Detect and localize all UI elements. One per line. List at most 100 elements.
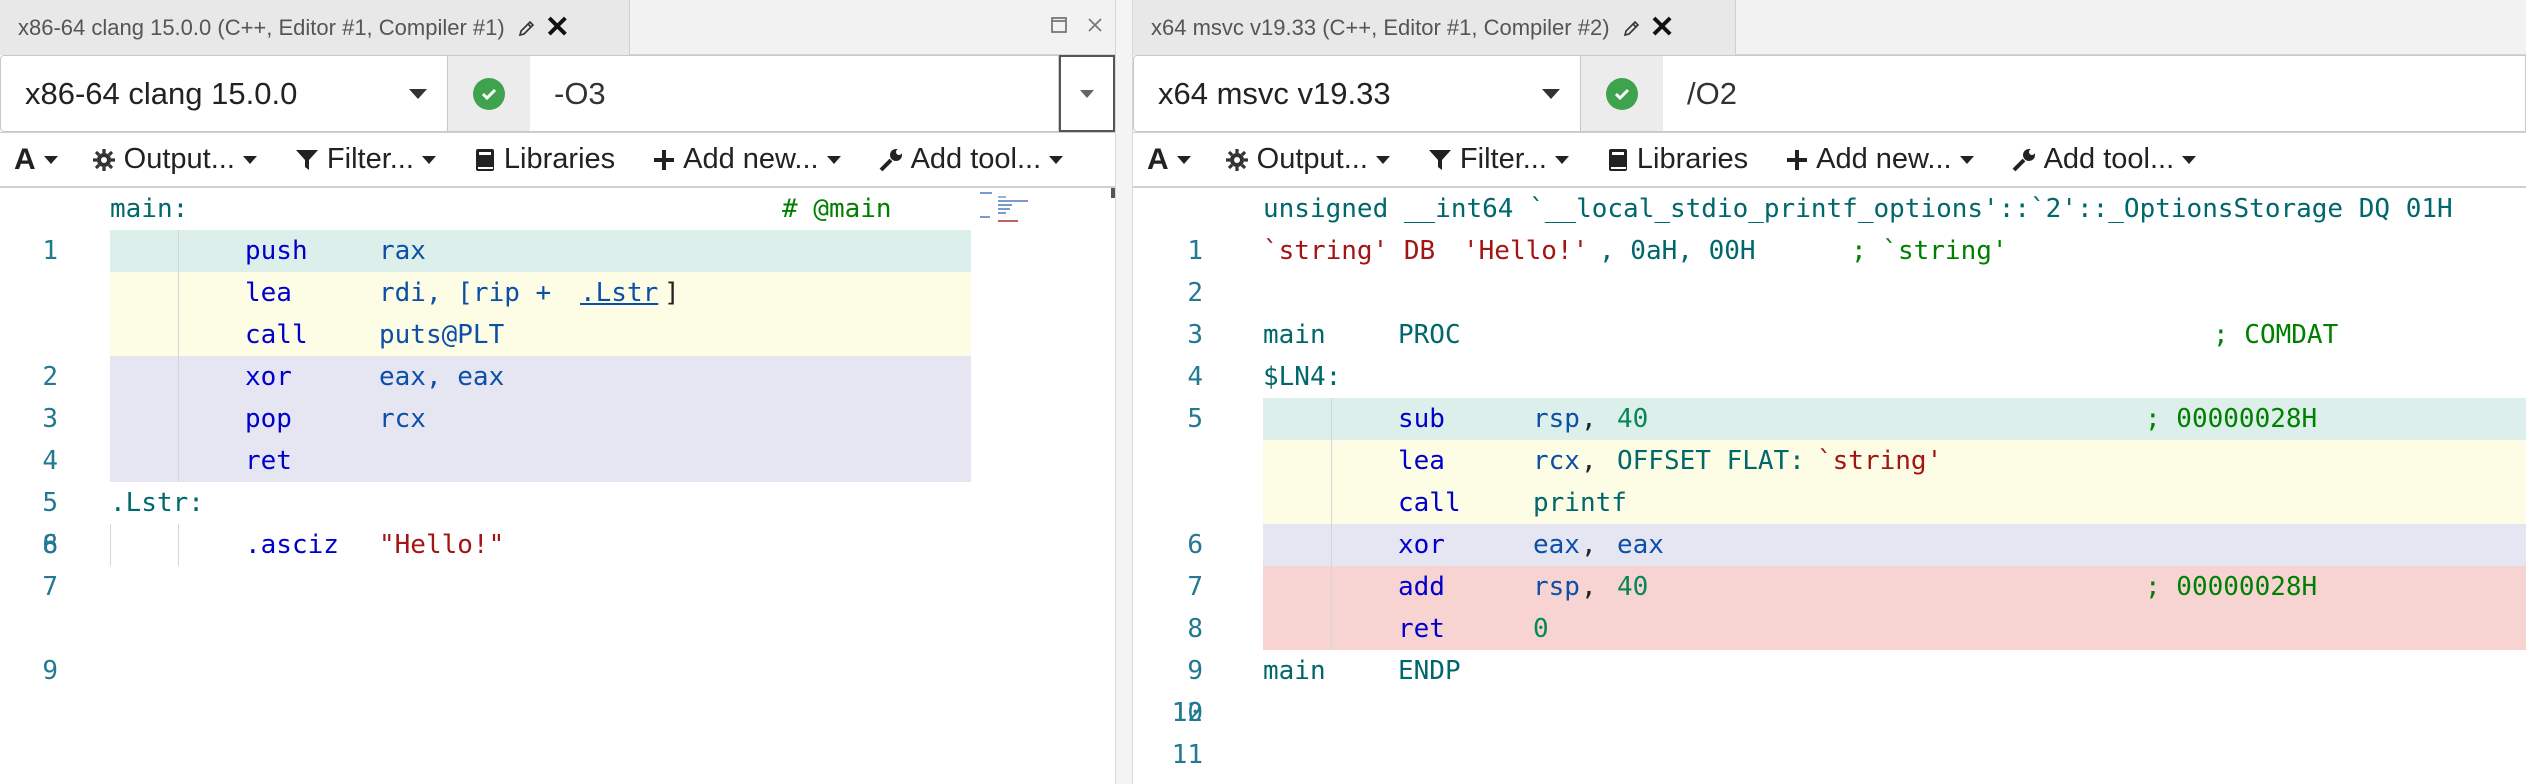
code-line: 6 sub rsp , 40 ; 00000028H xyxy=(1133,398,2526,560)
asm-comma: , xyxy=(1581,530,1597,560)
compiler-picker[interactable]: x86-64 clang 15.0.0 xyxy=(0,55,448,132)
asm-operands: rdi, [rip + xyxy=(379,278,567,308)
filter-button[interactable]: Filter... xyxy=(1428,143,1569,176)
asm-operand: OFFSET FLAT: xyxy=(1617,446,1805,476)
output-label: Output... xyxy=(123,143,235,175)
flags-dropdown-button[interactable] xyxy=(1059,55,1115,132)
add-new-label: Add new... xyxy=(1816,143,1952,175)
right-tab-bar: x64 msvc v19.33 (C++, Editor #1, Compile… xyxy=(1133,0,2526,55)
add-tool-label: Add tool... xyxy=(2043,143,2175,175)
compile-status[interactable] xyxy=(448,55,530,132)
indent-guide xyxy=(1331,566,1332,608)
asm-label: main xyxy=(1263,320,1326,350)
output-button[interactable]: Output... xyxy=(92,143,257,176)
chevron-down-icon xyxy=(421,155,436,164)
code-line: 3 lea rdi, [rip + .Lstr ] xyxy=(0,272,1110,434)
left-output-toolbar: A Output... Filter... Libraries Add new.… xyxy=(0,133,1115,188)
asm-instruction: sub xyxy=(1398,404,1445,434)
asm-operands: puts@PLT xyxy=(379,320,505,350)
scrollbar[interactable] xyxy=(1111,188,1115,198)
asm-register: rsp xyxy=(1533,572,1580,602)
add-new-button[interactable]: Add new... xyxy=(653,143,841,176)
source-highlight xyxy=(110,356,971,398)
asm-operands: rax xyxy=(379,236,426,266)
indent-guide xyxy=(1331,482,1332,524)
code-line: 1 unsigned __int64 `__local_stdio_printf… xyxy=(1133,188,2526,266)
asm-comment: ; COMDAT xyxy=(2213,320,2339,350)
asm-label: $LN4: xyxy=(1263,362,1342,392)
code-line: 9 .asciz "Hello!" xyxy=(0,524,1110,686)
compiler-picker[interactable]: x64 msvc v19.33 xyxy=(1133,55,1581,132)
indent-guide xyxy=(1331,398,1332,440)
line-number: 12 xyxy=(1171,698,1203,728)
asm-instruction: xor xyxy=(245,362,292,392)
close-pane-icon[interactable] xyxy=(1080,10,1110,40)
pane-splitter[interactable] xyxy=(1115,0,1133,784)
code-line: 7 lea rcx , OFFSET FLAT: `string' xyxy=(1133,440,2526,602)
chevron-down-icon xyxy=(2182,155,2197,164)
libraries-button[interactable]: Libraries xyxy=(1607,143,1748,176)
chevron-down-icon xyxy=(826,155,841,164)
label-link[interactable]: .Lstr xyxy=(580,272,658,314)
font-size-button[interactable]: A xyxy=(14,143,58,177)
compiler-flags-input[interactable] xyxy=(530,55,1059,132)
asm-operand: printf xyxy=(1533,488,1627,518)
chevron-down-icon xyxy=(43,155,58,164)
right-compiler-tab[interactable]: x64 msvc v19.33 (C++, Editor #1, Compile… xyxy=(1133,0,1736,55)
asm-instruction: add xyxy=(1398,572,1445,602)
asm-comma: , xyxy=(1581,446,1597,476)
asm-label: main xyxy=(1263,656,1326,686)
chevron-down-icon xyxy=(1049,155,1064,164)
font-size-button[interactable]: A xyxy=(1147,143,1191,177)
left-compiler-bar: x86-64 clang 15.0.0 xyxy=(0,55,1115,133)
asm-comment: ; 00000028H xyxy=(2145,404,2318,434)
compile-status[interactable] xyxy=(1581,55,1663,132)
line-number: 9 xyxy=(42,656,58,686)
add-new-button[interactable]: Add new... xyxy=(1786,143,1974,176)
filter-icon xyxy=(295,148,319,172)
libraries-button[interactable]: Libraries xyxy=(474,143,615,176)
asm-string-decl: `string' DB xyxy=(1263,236,1451,266)
chevron-down-icon xyxy=(1080,89,1094,98)
add-tool-button[interactable]: Add tool... xyxy=(2012,143,2197,176)
right-tab-title: x64 msvc v19.33 (C++, Editor #1, Compile… xyxy=(1151,14,1610,40)
code-line: 8 call printf xyxy=(1133,482,2526,644)
compiler-name: x64 msvc v19.33 xyxy=(1158,75,1391,111)
maximize-icon[interactable] xyxy=(1044,10,1074,40)
close-tab-icon[interactable]: ✕ xyxy=(545,12,570,43)
pencil-icon[interactable] xyxy=(1622,18,1642,38)
filter-button[interactable]: Filter... xyxy=(295,143,436,176)
indent-guide xyxy=(1331,524,1332,566)
asm-instruction: lea xyxy=(1398,446,1445,476)
asm-string: "Hello!" xyxy=(379,530,505,560)
source-highlight xyxy=(1263,398,2526,440)
source-highlight xyxy=(110,314,971,356)
asm-number: 40 xyxy=(1617,572,1649,602)
add-tool-label: Add tool... xyxy=(910,143,1042,175)
left-compiler-tab[interactable]: x86-64 clang 15.0.0 (C++, Editor #1, Com… xyxy=(0,0,630,55)
indent-guide xyxy=(178,524,179,566)
asm-comment: ; `string' xyxy=(1851,236,2008,266)
asm-comma: , xyxy=(1581,572,1597,602)
asm-operands: , 0aH, 00H xyxy=(1599,236,1756,266)
compiler-flags-input[interactable] xyxy=(1663,55,2526,132)
asm-number: 0 xyxy=(1533,614,1549,644)
output-button[interactable]: Output... xyxy=(1225,143,1390,176)
asm-register: eax xyxy=(1533,530,1580,560)
asm-label: main: xyxy=(110,194,189,224)
add-tool-button[interactable]: Add tool... xyxy=(879,143,1064,176)
check-circle-icon xyxy=(1606,77,1638,110)
left-tab-title: x86-64 clang 15.0.0 (C++, Editor #1, Com… xyxy=(18,14,505,40)
right-assembly-editor[interactable]: 1 unsigned __int64 `__local_stdio_printf… xyxy=(1133,188,2526,784)
close-tab-icon[interactable]: ✕ xyxy=(1650,12,1675,43)
chevron-down-icon xyxy=(1176,155,1191,164)
asm-instruction: call xyxy=(1398,488,1461,518)
code-line: 5 xor eax, eax xyxy=(0,356,1110,518)
chevron-down-icon xyxy=(1959,155,1974,164)
pencil-icon[interactable] xyxy=(517,18,537,38)
asm-comment: # @main xyxy=(782,194,892,224)
asm-number: 40 xyxy=(1617,404,1649,434)
chevron-down-icon xyxy=(1554,155,1569,164)
left-assembly-editor[interactable]: 1 main: # @main 2 push rax 3 lea rdi, [r… xyxy=(0,188,1115,784)
code-line: 9 xor eax , eax xyxy=(1133,524,2526,686)
